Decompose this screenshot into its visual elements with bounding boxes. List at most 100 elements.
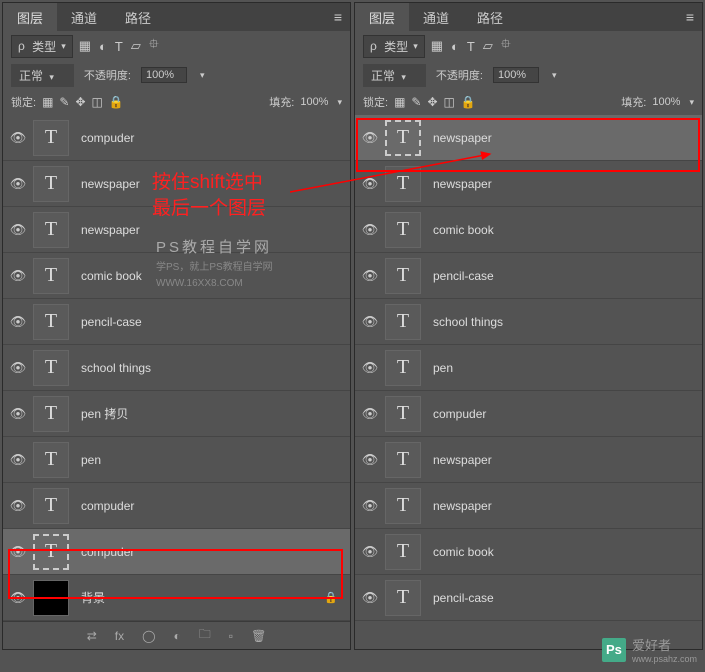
lock-pixels-icon[interactable]: ▦ — [42, 95, 53, 109]
layer-name[interactable]: newspaper — [433, 131, 492, 145]
visibility-toggle[interactable]: 👁 — [355, 544, 385, 560]
layer-row[interactable]: 👁Tnewspaper — [355, 161, 702, 207]
visibility-toggle[interactable]: 👁 — [3, 130, 33, 146]
fill-input[interactable]: 100% — [652, 96, 680, 108]
layer-row[interactable]: 👁Tcompuder — [3, 115, 350, 161]
lock-brush-icon[interactable]: ✎ — [411, 95, 421, 109]
layer-row[interactable]: 👁Tpencil-case — [355, 253, 702, 299]
filter-smart-icon[interactable]: ⯐ — [149, 35, 159, 57]
fill-input[interactable]: 100% — [300, 96, 328, 108]
layer-row[interactable]: 👁Tcompuder — [3, 483, 350, 529]
layer-name[interactable]: compuder — [81, 545, 134, 559]
visibility-toggle[interactable]: 👁 — [355, 590, 385, 606]
filter-smart-icon[interactable]: ⯐ — [501, 35, 511, 57]
blend-mode-select[interactable]: 正常 ▾ — [363, 64, 426, 87]
visibility-toggle[interactable]: 👁 — [3, 176, 33, 192]
layer-name[interactable]: pencil-case — [433, 269, 494, 283]
layer-row[interactable]: 👁Tschool things — [355, 299, 702, 345]
filter-image-icon[interactable]: ▦ — [79, 38, 91, 54]
tab-layers[interactable]: 图层 — [355, 3, 409, 32]
opacity-input[interactable]: 100% — [141, 67, 187, 83]
filter-shape-icon[interactable]: ▱ — [483, 38, 493, 54]
layer-name[interactable]: pen — [433, 361, 453, 375]
layer-name[interactable]: 背景 — [81, 589, 105, 606]
visibility-toggle[interactable]: 👁 — [355, 176, 385, 192]
background-layer[interactable]: 👁 背景 🔒 — [3, 575, 350, 621]
panel-menu-icon[interactable]: ≡ — [334, 9, 342, 25]
layer-name[interactable]: pen — [81, 453, 101, 467]
layer-row[interactable]: 👁Tcomic book — [3, 253, 350, 299]
layer-row[interactable]: 👁Tschool things — [3, 345, 350, 391]
layer-row[interactable]: 👁Tnewspaper — [3, 161, 350, 207]
visibility-toggle[interactable]: 👁 — [355, 222, 385, 238]
visibility-toggle[interactable]: 👁 — [355, 406, 385, 422]
layer-row[interactable]: 👁Tpen 拷贝 — [3, 391, 350, 437]
layer-name[interactable]: newspaper — [81, 177, 140, 191]
visibility-toggle[interactable]: 👁 — [3, 544, 33, 560]
layer-name[interactable]: comic book — [81, 269, 142, 283]
visibility-toggle[interactable]: 👁 — [355, 130, 385, 146]
layer-row[interactable]: 👁Tpen — [3, 437, 350, 483]
layer-row[interactable]: 👁Tnewspaper — [355, 483, 702, 529]
layer-name[interactable]: compuder — [81, 131, 134, 145]
layer-row[interactable]: 👁Tpencil-case — [355, 575, 702, 621]
layer-name[interactable]: school things — [81, 361, 151, 375]
visibility-toggle[interactable]: 👁 — [355, 360, 385, 376]
visibility-toggle[interactable]: 👁 — [3, 268, 33, 284]
layer-name[interactable]: school things — [433, 315, 503, 329]
fx-icon[interactable]: fx — [115, 629, 124, 643]
visibility-toggle[interactable]: 👁 — [355, 498, 385, 514]
layer-name[interactable]: newspaper — [433, 177, 492, 191]
filter-type-icon[interactable]: T — [467, 39, 475, 54]
lock-artboard-icon[interactable]: ◫ — [92, 95, 103, 109]
layer-name[interactable]: pen 拷贝 — [81, 405, 128, 422]
blend-mode-select[interactable]: 正常 ▾ — [11, 64, 74, 87]
layer-name[interactable]: pencil-case — [433, 591, 494, 605]
group-icon[interactable]: 🗀 — [199, 625, 211, 646]
layer-row[interactable]: 👁Tpencil-case — [3, 299, 350, 345]
opacity-input[interactable]: 100% — [493, 67, 539, 83]
layer-name[interactable]: compuder — [433, 407, 486, 421]
layer-name[interactable]: pencil-case — [81, 315, 142, 329]
lock-brush-icon[interactable]: ✎ — [59, 95, 69, 109]
visibility-toggle[interactable]: 👁 — [355, 314, 385, 330]
filter-type-select[interactable]: ρ 类型▾ — [11, 35, 73, 58]
layer-row[interactable]: 👁Tcompuder — [355, 391, 702, 437]
visibility-toggle[interactable]: 👁 — [3, 590, 33, 606]
filter-shape-icon[interactable]: ▱ — [131, 38, 141, 54]
layer-name[interactable]: newspaper — [81, 223, 140, 237]
visibility-toggle[interactable]: 👁 — [3, 406, 33, 422]
layer-name[interactable]: comic book — [433, 545, 494, 559]
layer-name[interactable]: newspaper — [433, 453, 492, 467]
visibility-toggle[interactable]: 👁 — [355, 268, 385, 284]
visibility-toggle[interactable]: 👁 — [3, 360, 33, 376]
filter-image-icon[interactable]: ▦ — [431, 38, 443, 54]
lock-position-icon[interactable]: ✥ — [427, 95, 437, 109]
layer-row[interactable]: 👁Tnewspaper — [355, 437, 702, 483]
filter-type-select[interactable]: ρ 类型▾ — [363, 35, 425, 58]
visibility-toggle[interactable]: 👁 — [355, 452, 385, 468]
layer-row[interactable]: 👁Tnewspaper — [3, 207, 350, 253]
layer-name[interactable]: compuder — [81, 499, 134, 513]
tab-channels[interactable]: 通道 — [57, 3, 111, 32]
lock-all-icon[interactable]: 🔒 — [109, 95, 124, 109]
tab-paths[interactable]: 路径 — [111, 3, 165, 32]
visibility-toggle[interactable]: 👁 — [3, 222, 33, 238]
tab-paths[interactable]: 路径 — [463, 3, 517, 32]
layer-row[interactable]: 👁Tcomic book — [355, 529, 702, 575]
layer-row[interactable]: 👁Tcomic book — [355, 207, 702, 253]
layer-row[interactable]: 👁Tcompuder — [3, 529, 350, 575]
link-layers-icon[interactable]: ⇄ — [87, 629, 97, 643]
adjustment-icon[interactable]: ◐ — [174, 629, 181, 643]
layer-name[interactable]: comic book — [433, 223, 494, 237]
layer-row[interactable]: 👁Tnewspaper — [355, 115, 702, 161]
layer-name[interactable]: newspaper — [433, 499, 492, 513]
tab-channels[interactable]: 通道 — [409, 3, 463, 32]
panel-menu-icon[interactable]: ≡ — [686, 9, 694, 25]
lock-position-icon[interactable]: ✥ — [75, 95, 85, 109]
filter-adjust-icon[interactable]: ◐ — [451, 39, 459, 54]
filter-adjust-icon[interactable]: ◐ — [99, 39, 107, 54]
lock-artboard-icon[interactable]: ◫ — [444, 95, 455, 109]
filter-type-icon[interactable]: T — [115, 39, 123, 54]
tab-layers[interactable]: 图层 — [3, 3, 57, 32]
